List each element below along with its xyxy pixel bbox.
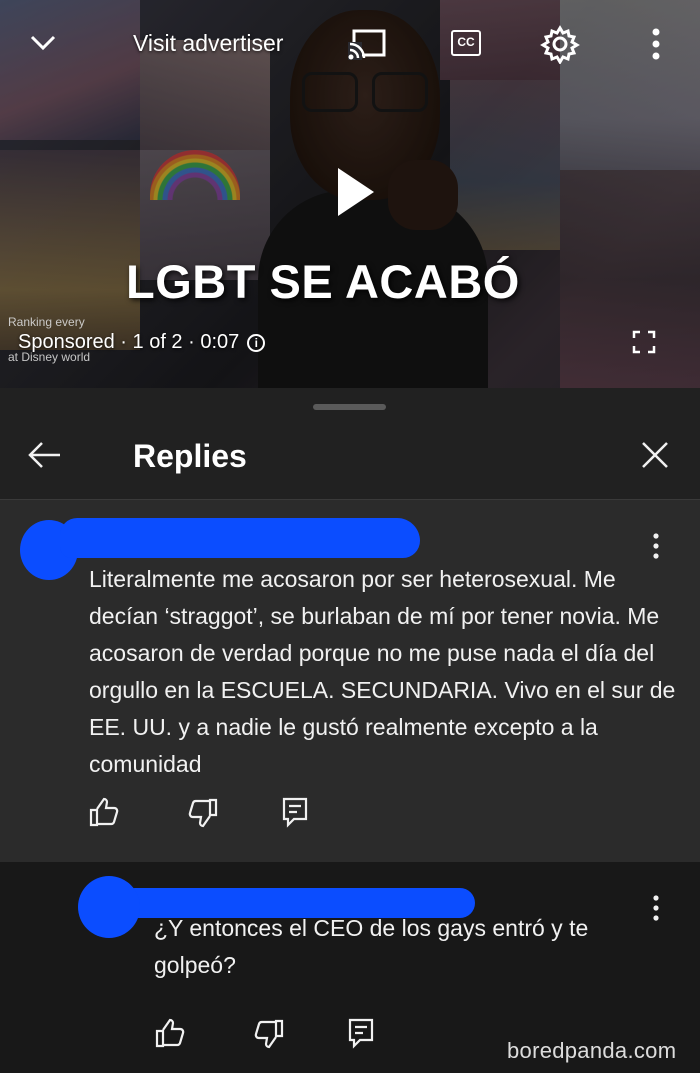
- settings-gear-icon[interactable]: [540, 24, 580, 64]
- avatar[interactable]: [78, 876, 140, 938]
- reply-icon[interactable]: [280, 796, 376, 828]
- drag-handle[interactable]: [313, 404, 386, 410]
- fullscreen-icon[interactable]: [632, 330, 656, 354]
- visit-advertiser-link[interactable]: Visit advertiser: [133, 30, 283, 57]
- cc-icon[interactable]: CC: [451, 30, 481, 56]
- cast-icon[interactable]: [348, 28, 388, 60]
- thumb-up-icon[interactable]: [154, 1017, 250, 1049]
- ranking-caption: Ranking every: [8, 315, 85, 329]
- replies-panel: Replies Literalmente me acosaron por ser…: [0, 388, 700, 1073]
- more-vert-icon[interactable]: [648, 26, 664, 62]
- watermark: boredpanda.com: [507, 1038, 677, 1063]
- comment-text: ¿Y entonces el CEO de los gays entró y t…: [154, 915, 589, 978]
- thumb-down-icon[interactable]: [184, 796, 280, 828]
- player-top-bar: Visit advertiser CC: [0, 0, 700, 90]
- back-arrow-icon[interactable]: [28, 440, 62, 470]
- play-icon[interactable]: [336, 166, 376, 218]
- replies-header: Replies: [0, 418, 700, 500]
- comment-actions: [88, 796, 376, 828]
- video-title-overlay: LGBT SE ACABÓ: [126, 255, 520, 308]
- sponsored-info: Sponsored · 1 of 2 · 0:07 i: [18, 331, 266, 354]
- info-icon[interactable]: i: [247, 333, 266, 352]
- sponsored-text: Sponsored · 1 of 2 · 0:07: [18, 331, 240, 353]
- comment-actions: [154, 1017, 442, 1049]
- close-icon[interactable]: [640, 440, 670, 470]
- thumb-down-icon[interactable]: [250, 1017, 346, 1049]
- thumb-up-icon[interactable]: [88, 796, 184, 828]
- comment-item: Literalmente me acosaron por ser heteros…: [0, 500, 700, 862]
- reply-icon[interactable]: [346, 1017, 442, 1049]
- video-player[interactable]: Visit advertiser CC LGBT SE ACABÓ Rankin…: [0, 0, 700, 388]
- more-vert-icon[interactable]: [650, 532, 662, 560]
- chevron-down-icon[interactable]: [26, 26, 60, 60]
- redacted-username: [60, 518, 420, 558]
- page-title: Replies: [133, 438, 247, 474]
- comment-text: Literalmente me acosaron por ser heteros…: [89, 566, 676, 777]
